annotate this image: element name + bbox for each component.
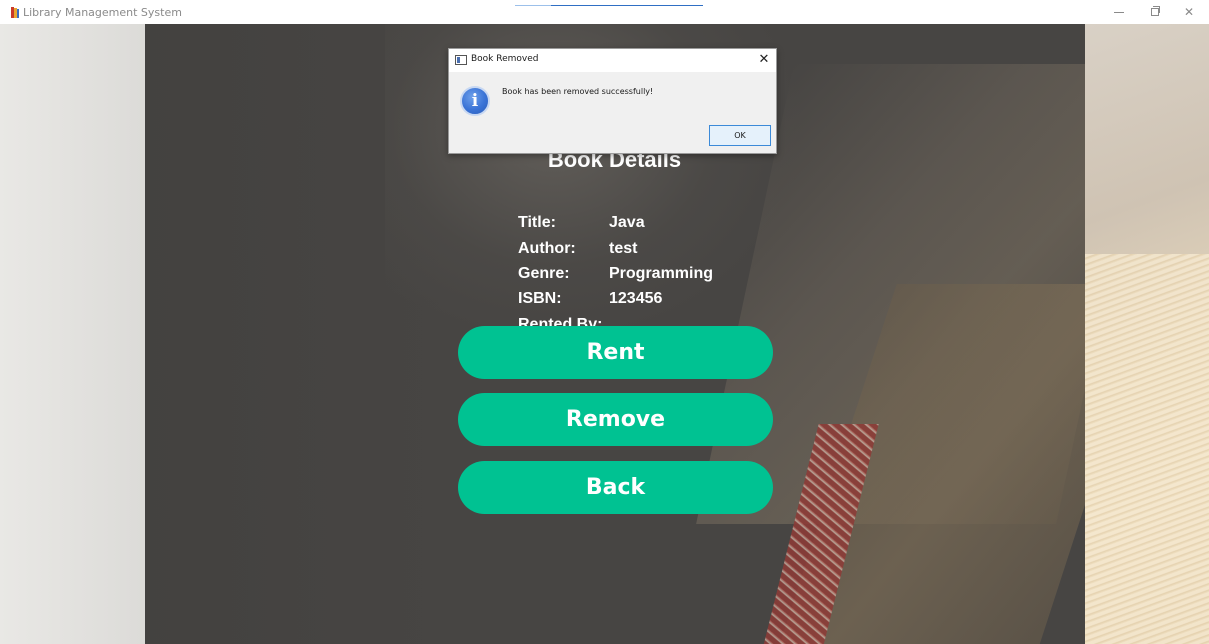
genre-label: Genre: — [518, 265, 570, 282]
rent-button[interactable]: Rent — [458, 326, 773, 379]
genre-value: Programming — [609, 265, 714, 282]
dialog-message: Book has been removed successfully! — [502, 87, 654, 96]
dialog-titlebar: Book Removed ✕ — [449, 49, 776, 72]
app-books-icon — [11, 7, 19, 18]
maximize-icon[interactable] — [1143, 2, 1167, 22]
author-value: test — [609, 240, 638, 257]
dialog-title: Book Removed — [471, 54, 539, 64]
focus-indicator-highlight — [515, 5, 551, 6]
title-label: Title: — [518, 214, 556, 231]
minimize-icon[interactable] — [1107, 2, 1131, 22]
window-titlebar: Library Management System ✕ — [0, 0, 1209, 24]
close-window-icon[interactable]: ✕ — [1177, 2, 1201, 22]
info-icon: i — [460, 86, 490, 116]
isbn-label: ISBN: — [518, 290, 562, 307]
background-book-pages — [1085, 24, 1209, 644]
back-button[interactable]: Back — [458, 461, 773, 514]
window-title: Library Management System — [23, 6, 182, 19]
ok-button[interactable]: OK — [709, 125, 771, 146]
author-label: Author: — [518, 240, 576, 257]
dialog-close-icon[interactable]: ✕ — [756, 52, 772, 68]
isbn-value: 123456 — [609, 290, 663, 307]
remove-button[interactable]: Remove — [458, 393, 773, 446]
title-value: Java — [609, 214, 645, 231]
book-removed-dialog: Book Removed ✕ i Book has been removed s… — [448, 48, 777, 154]
dialog-window-icon — [455, 55, 467, 65]
